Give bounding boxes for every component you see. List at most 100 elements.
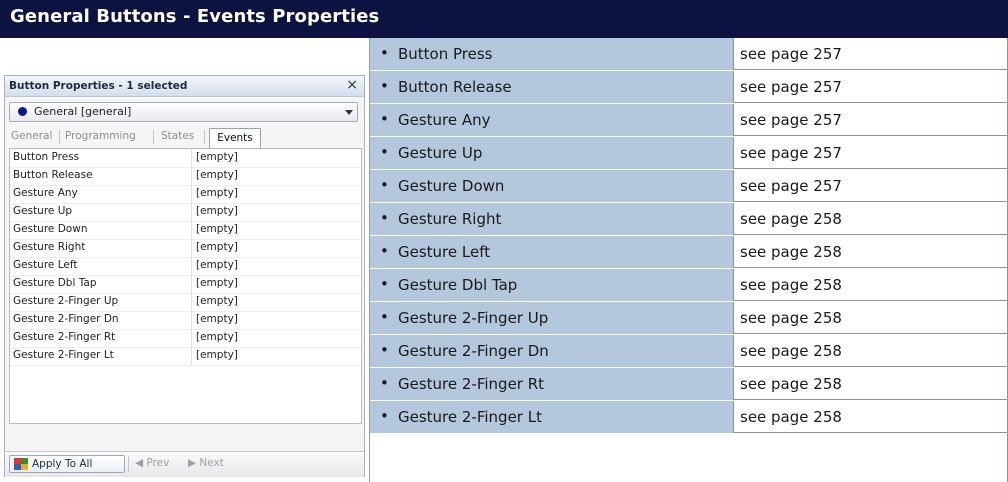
event-page-cell: see page 258	[733, 269, 1008, 301]
event-name-cell: • Gesture Any	[370, 104, 733, 137]
property-value[interactable]: [empty]	[196, 331, 238, 343]
grid-divider	[191, 311, 192, 329]
property-name: Gesture Right	[13, 241, 86, 253]
property-value[interactable]: [empty]	[196, 241, 238, 253]
tab-separator	[204, 130, 205, 144]
panel-title: Button Properties - 1 selected	[9, 80, 188, 92]
close-icon[interactable]: ×	[346, 77, 358, 93]
property-row[interactable]: Gesture Left [empty]	[10, 257, 361, 276]
property-row[interactable]: Gesture Down [empty]	[10, 221, 361, 240]
page-reference: see page 257	[740, 144, 842, 162]
event-name-cell: • Gesture Dbl Tap	[370, 269, 733, 302]
page-reference: see page 257	[740, 78, 842, 96]
page-header: General Buttons - Events Properties	[0, 0, 1008, 38]
page-reference: see page 257	[740, 45, 842, 63]
property-row[interactable]: Button Press [empty]	[10, 149, 361, 168]
panel-titlebar: Button Properties - 1 selected ×	[5, 76, 364, 97]
event-page-cell: see page 258	[733, 368, 1008, 400]
event-page-cell: see page 257	[733, 71, 1008, 103]
table-row: • Button Release see page 257	[370, 71, 1008, 104]
table-row: • Gesture Up see page 257	[370, 137, 1008, 170]
property-value[interactable]: [empty]	[196, 259, 238, 271]
property-row[interactable]: Gesture Right [empty]	[10, 239, 361, 258]
event-page-cell: see page 257	[733, 104, 1008, 136]
property-value[interactable]: [empty]	[196, 277, 238, 289]
bullet-icon: •	[380, 275, 389, 293]
bullet-icon: •	[380, 176, 389, 194]
tab-programming[interactable]: Programming	[65, 130, 136, 142]
table-row: • Gesture Any see page 257	[370, 104, 1008, 137]
prev-button[interactable]: ◀ Prev	[135, 457, 169, 469]
apply-all-icon	[14, 458, 28, 470]
event-name-cell: • Gesture 2-Finger Rt	[370, 368, 733, 401]
event-name-cell: • Gesture Right	[370, 203, 733, 236]
property-value[interactable]: [empty]	[196, 205, 238, 217]
property-value[interactable]: [empty]	[196, 169, 238, 181]
property-row[interactable]: Gesture 2-Finger Up [empty]	[10, 293, 361, 312]
grid-divider	[191, 221, 192, 239]
page-title: General Buttons - Events Properties	[10, 6, 380, 27]
tab-separator	[153, 130, 154, 144]
tab-events[interactable]: Events	[209, 128, 261, 148]
bullet-icon: •	[380, 407, 389, 425]
page-reference: see page 258	[740, 276, 842, 294]
table-row: • Gesture Down see page 257	[370, 170, 1008, 203]
event-name: Gesture 2-Finger Up	[398, 309, 549, 327]
property-row[interactable]: Gesture Any [empty]	[10, 185, 361, 204]
event-name: Gesture 2-Finger Rt	[398, 375, 545, 393]
tab-general[interactable]: General	[11, 130, 52, 142]
event-name-cell: • Gesture Up	[370, 137, 733, 170]
property-value[interactable]: [empty]	[196, 223, 238, 235]
tab-states[interactable]: States	[161, 130, 194, 142]
bullet-icon: •	[380, 341, 389, 359]
event-name: Gesture 2-Finger Lt	[398, 408, 542, 426]
table-row: • Gesture Dbl Tap see page 258	[370, 269, 1008, 302]
event-name-cell: • Button Release	[370, 71, 733, 104]
property-value[interactable]: [empty]	[196, 187, 238, 199]
panel-footer: Apply To All ◀ Prev ▶ Next	[5, 451, 364, 477]
page-reference: see page 258	[740, 342, 842, 360]
page-reference: see page 257	[740, 177, 842, 195]
apply-to-all-button[interactable]: Apply To All	[9, 455, 125, 473]
property-row[interactable]: Button Release [empty]	[10, 167, 361, 186]
grid-divider	[191, 347, 192, 365]
bullet-icon: •	[380, 143, 389, 161]
property-row[interactable]: Gesture 2-Finger Dn [empty]	[10, 311, 361, 330]
table-row: • Button Press see page 257	[370, 38, 1008, 71]
property-name: Gesture 2-Finger Lt	[13, 349, 114, 361]
property-name: Gesture 2-Finger Rt	[13, 331, 116, 343]
page-reference: see page 257	[740, 111, 842, 129]
event-name-cell: • Gesture 2-Finger Up	[370, 302, 733, 335]
event-name: Gesture Down	[398, 177, 505, 195]
property-name: Gesture Down	[13, 223, 88, 235]
event-name-cell: • Gesture Left	[370, 236, 733, 269]
property-grid: Button Press [empty] Button Release [empty…	[9, 148, 362, 424]
bullet-icon: •	[380, 308, 389, 326]
event-name: Gesture Any	[398, 111, 491, 129]
property-row[interactable]: Gesture 2-Finger Rt [empty]	[10, 329, 361, 348]
next-button[interactable]: ▶ Next	[188, 457, 224, 469]
page-reference: see page 258	[740, 210, 842, 228]
property-row[interactable]: Gesture 2-Finger Lt [empty]	[10, 347, 361, 366]
property-name: Gesture 2-Finger Up	[13, 295, 119, 307]
property-value[interactable]: [empty]	[196, 295, 238, 307]
event-name-cell: • Gesture 2-Finger Lt	[370, 401, 733, 434]
event-name: Gesture Up	[398, 144, 483, 162]
chevron-down-icon[interactable]	[345, 110, 353, 115]
event-page-cell: see page 258	[733, 302, 1008, 334]
bullet-icon: •	[380, 77, 389, 95]
property-value[interactable]: [empty]	[196, 313, 238, 325]
property-value[interactable]: [empty]	[196, 349, 238, 361]
property-row[interactable]: Gesture Up [empty]	[10, 203, 361, 222]
table-row: • Gesture 2-Finger Dn see page 258	[370, 335, 1008, 368]
event-page-cell: see page 258	[733, 236, 1008, 268]
event-name: Gesture Right	[398, 210, 502, 228]
property-value[interactable]: [empty]	[196, 151, 238, 163]
table-row: • Gesture Left see page 258	[370, 236, 1008, 269]
table-row: • Gesture 2-Finger Up see page 258	[370, 302, 1008, 335]
apply-to-all-label: Apply To All	[32, 458, 93, 470]
dropdown-value: General [general]	[34, 105, 132, 118]
property-name: Button Release	[13, 169, 93, 181]
property-row[interactable]: Gesture Dbl Tap [empty]	[10, 275, 361, 294]
button-type-dropdown[interactable]: General [general]	[9, 102, 358, 122]
